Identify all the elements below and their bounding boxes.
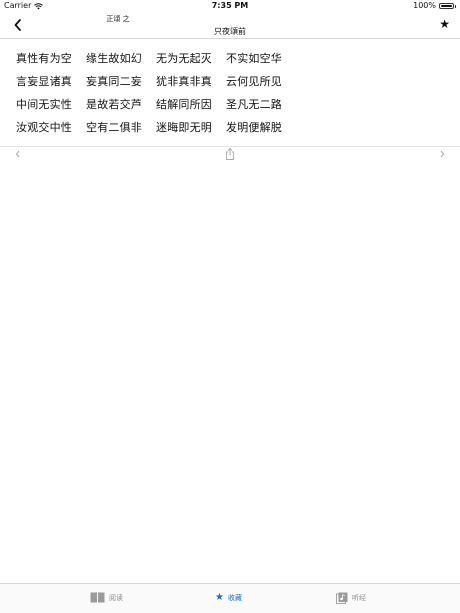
verse-phrase: 结解同所因 <box>156 98 212 111</box>
battery-icon <box>439 3 454 9</box>
verse-phrase: 圣凡无二路 <box>226 98 282 111</box>
verse-text: 真性有为空 缘生故如幻 无为无起灭 不实如空华言妄显诸真 妄真同二妄 犹非真非真 云何见所见… <box>16 49 296 138</box>
verse-phrase: 犹非真非真 <box>156 75 212 88</box>
verse-phrase: 迷晦即无明 <box>156 121 212 134</box>
page-title: 只夜頌前 <box>214 27 246 36</box>
tab-read[interactable]: 阅读 <box>90 592 123 603</box>
previous-chevron-icon[interactable] <box>13 148 23 160</box>
nav-subtitle-text: 正頌 之 <box>106 15 130 23</box>
verse-phrase: 不实如空华 <box>226 52 282 65</box>
tab-listen-label: 听经 <box>352 594 366 602</box>
verse-phrase: 汝观交中性 <box>16 121 72 134</box>
favorite-star-icon[interactable]: ★ <box>439 16 450 32</box>
verse-phrase: 是故若交芦 <box>86 98 142 111</box>
verse-phrase: 云何见所见 <box>226 75 282 88</box>
tab-bar: 阅读 ★ 收藏 听经 <box>0 583 460 613</box>
tab-favorites[interactable]: ★ 收藏 <box>215 592 242 603</box>
music-icon <box>336 592 348 604</box>
battery-fill <box>441 5 452 7</box>
share-icon[interactable] <box>224 147 236 161</box>
verse-phrase: 妄真同二妄 <box>86 75 142 88</box>
verse-phrase: 无为无起灭 <box>156 52 212 65</box>
verse-phrase: 中间无实性 <box>16 98 72 111</box>
tab-favorites-label: 收藏 <box>227 593 242 602</box>
navigation-bar: 正頌 之 只夜頌前 ★ <box>0 12 460 39</box>
book-icon <box>90 592 105 603</box>
verse-phrase: 言妄显诸真 <box>16 75 72 88</box>
verse-phrase: 真性有为空 <box>16 52 72 65</box>
next-chevron-icon[interactable] <box>437 148 447 160</box>
status-right: 100% <box>413 0 456 12</box>
tab-read-label: 阅读 <box>109 593 123 602</box>
tab-listen[interactable]: 听经 <box>336 592 366 604</box>
verse-phrase: 发明便解脱 <box>226 121 282 134</box>
status-bar: Carrier 7:35 PM 100% <box>0 0 460 12</box>
star-icon: ★ <box>215 592 224 603</box>
battery-tip <box>455 4 456 8</box>
verse-phrase: 空有二俱非 <box>86 121 142 134</box>
status-time: 7:35 PM <box>211 1 249 10</box>
nav-subtitle: 正頌 之 <box>0 14 460 24</box>
verse-phrase: 缘生故如幻 <box>86 52 142 65</box>
battery-percent: 100% <box>413 1 436 10</box>
